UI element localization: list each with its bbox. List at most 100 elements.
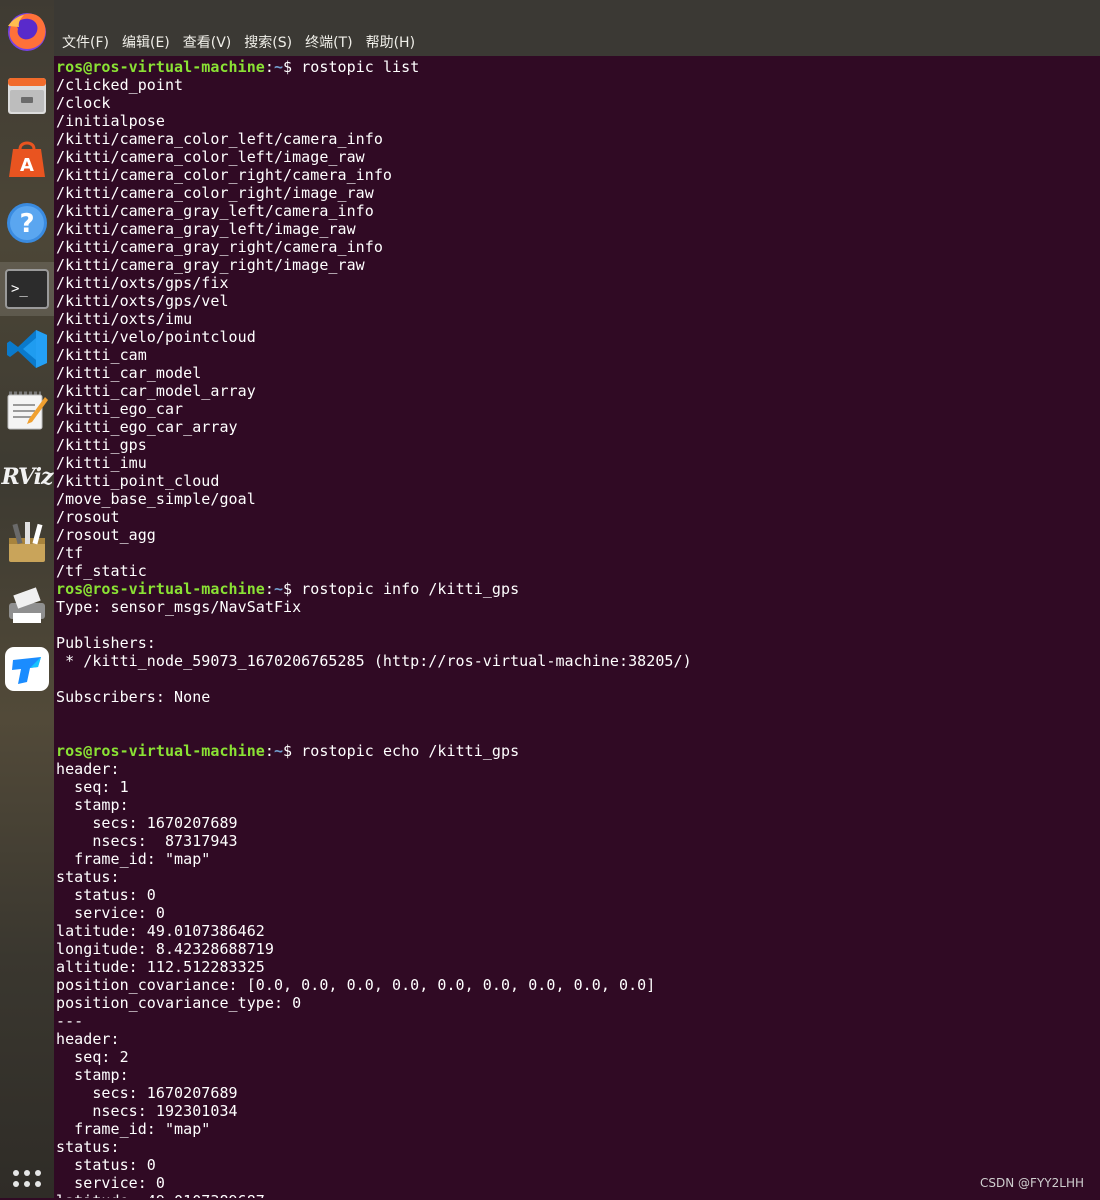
output-line: /kitti/camera_color_left/camera_info xyxy=(56,130,383,148)
menu-file[interactable]: 文件(F) xyxy=(62,32,109,52)
command-text: rostopic echo /kitti_gps xyxy=(301,742,520,760)
output-line: service: 0 xyxy=(56,1174,165,1192)
todesk-icon[interactable] xyxy=(0,642,54,696)
help-icon[interactable]: ? xyxy=(0,196,54,250)
terminal-output[interactable]: ros@ros-virtual-machine:~$ rostopic list… xyxy=(56,58,1100,1198)
output-line: latitude: 49.0107389687 xyxy=(56,1192,1100,1198)
prompt-line: ros@ros-virtual-machine:~$ rostopic list xyxy=(56,58,1100,76)
output-line: seq: 2 xyxy=(56,1048,129,1066)
prompt-separator: : xyxy=(264,580,274,598)
terminal-icon[interactable]: >_ xyxy=(0,262,54,316)
output-line: longitude: 8.42328688719 xyxy=(56,940,274,958)
prompt-line: ros@ros-virtual-machine:~$ rostopic info… xyxy=(56,580,1100,598)
output-line: Type: sensor_msgs/NavSatFix xyxy=(56,598,302,616)
output-line: /kitti_car_model_array xyxy=(56,382,256,400)
tools-icon[interactable] xyxy=(0,514,54,568)
terminal-menubar: 文件(F) 编辑(E) 查看(V) 搜索(S) 终端(T) 帮助(H) xyxy=(54,0,1100,56)
menu-terminal[interactable]: 终端(T) xyxy=(305,32,352,52)
output-line: status: xyxy=(56,868,120,886)
rviz-label: RViz xyxy=(1,464,53,490)
prompt-user-host: ros@ros-virtual-machine xyxy=(56,58,265,76)
output-line: /kitti/oxts/gps/vel xyxy=(56,292,229,310)
output-line: frame_id: "map" xyxy=(56,1120,211,1138)
output-line: /kitti/camera_color_left/image_raw xyxy=(56,148,365,166)
prompt-user-host: ros@ros-virtual-machine xyxy=(56,580,265,598)
prompt-path: ~ xyxy=(273,742,284,760)
prompt-separator: : xyxy=(264,742,274,760)
prompt-user-host: ros@ros-virtual-machine xyxy=(56,742,265,760)
output-line: /clicked_point xyxy=(56,76,184,94)
output-line: /kitti/oxts/imu xyxy=(56,310,193,328)
menu-edit[interactable]: 编辑(E) xyxy=(122,32,170,52)
output-line: position_covariance: [0.0, 0.0, 0.0, 0.0… xyxy=(56,976,656,994)
prompt-path: ~ xyxy=(273,580,284,598)
output-line: /kitti_point_cloud xyxy=(56,472,220,490)
output-line: /kitti/camera_gray_left/camera_info xyxy=(56,202,374,220)
software-center-icon[interactable]: A xyxy=(0,132,54,186)
vscode-icon[interactable] xyxy=(0,322,54,376)
prompt-path: ~ xyxy=(273,58,284,76)
output-line: /move_base_simple/goal xyxy=(56,490,256,508)
text-editor-icon[interactable] xyxy=(0,384,54,438)
output-line: /kitti/camera_gray_right/camera_info xyxy=(56,238,383,256)
output-line: * /kitti_node_59073_1670206765285 (http:… xyxy=(56,652,692,670)
output-line: /kitti/camera_color_right/camera_info xyxy=(56,166,392,184)
output-line: /clock xyxy=(56,94,111,112)
rviz-icon[interactable]: RViz xyxy=(0,450,54,504)
command-text: rostopic list xyxy=(301,58,420,76)
output-line: /kitti_gps xyxy=(56,436,147,454)
show-applications-icon[interactable] xyxy=(0,1156,54,1200)
output-line: /tf xyxy=(56,544,84,562)
output-line: /tf_static xyxy=(56,562,147,580)
output-line: status: xyxy=(56,1138,120,1156)
prompt-separator: : xyxy=(264,58,274,76)
menu-help[interactable]: 帮助(H) xyxy=(366,32,415,52)
prompt-symbol: $ xyxy=(283,58,302,76)
output-line: stamp: xyxy=(56,796,129,814)
output-line: /kitti/oxts/gps/fix xyxy=(56,274,229,292)
output-line: Publishers: xyxy=(56,634,156,652)
output-line: header: xyxy=(56,1030,120,1048)
prompt-symbol: $ xyxy=(283,742,302,760)
output-line: --- xyxy=(56,1012,84,1030)
firefox-icon[interactable] xyxy=(0,4,54,58)
dock: A ? >_ RViz xyxy=(0,0,54,1198)
output-line: service: 0 xyxy=(56,904,165,922)
output-line: frame_id: "map" xyxy=(56,850,211,868)
prompt-symbol: $ xyxy=(283,580,302,598)
output-line: Subscribers: None xyxy=(56,688,211,706)
output-line: /kitti_imu xyxy=(56,454,147,472)
output-line: /kitti/camera_gray_left/image_raw xyxy=(56,220,356,238)
menu-view[interactable]: 查看(V) xyxy=(183,32,232,52)
output-line: /rosout_agg xyxy=(56,526,156,544)
printer-icon[interactable] xyxy=(0,578,54,632)
output-line: altitude: 112.512283325 xyxy=(56,958,265,976)
output-line: stamp: xyxy=(56,1066,129,1084)
files-icon[interactable] xyxy=(0,68,54,122)
output-line: /kitti_ego_car xyxy=(56,400,184,418)
output-line: secs: 1670207689 xyxy=(56,814,238,832)
output-line: latitude: 49.0107386462 xyxy=(56,922,265,940)
output-line: /kitti_car_model xyxy=(56,364,202,382)
output-line: /initialpose xyxy=(56,112,165,130)
output-line: header: xyxy=(56,760,120,778)
menu-search[interactable]: 搜索(S) xyxy=(244,32,292,52)
command-text: rostopic info /kitti_gps xyxy=(301,580,520,598)
output-line: nsecs: 87317943 xyxy=(56,832,238,850)
output-line: status: 0 xyxy=(56,1156,156,1174)
output-line: /kitti/camera_color_right/image_raw xyxy=(56,184,374,202)
svg-text:?: ? xyxy=(19,209,34,239)
svg-text:>_: >_ xyxy=(11,281,28,297)
output-line: /rosout xyxy=(56,508,120,526)
output-line: seq: 1 xyxy=(56,778,129,796)
svg-text:A: A xyxy=(20,155,34,176)
output-line: /kitti/camera_gray_right/image_raw xyxy=(56,256,365,274)
output-line: /kitti_cam xyxy=(56,346,147,364)
output-line: /kitti_ego_car_array xyxy=(56,418,238,436)
watermark: CSDN @FYY2LHH xyxy=(980,1176,1084,1190)
output-line: position_covariance_type: 0 xyxy=(56,994,302,1012)
